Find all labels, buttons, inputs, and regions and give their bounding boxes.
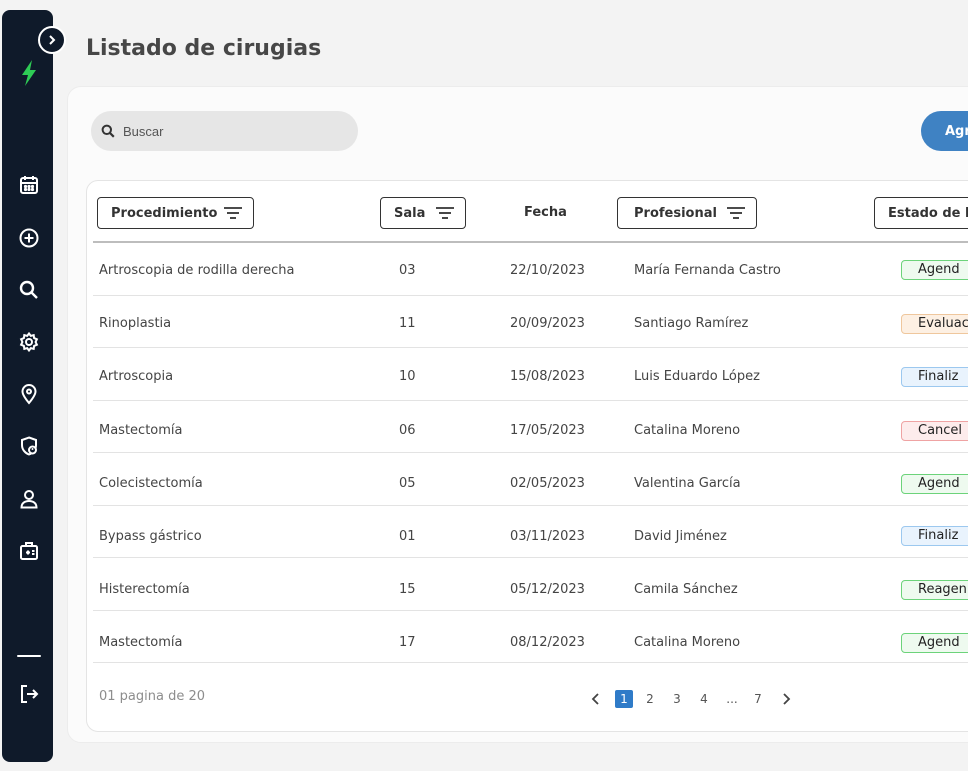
status-badge: Evaluac [901, 314, 968, 334]
search-bar[interactable] [91, 111, 358, 151]
cell-profesional: Luis Eduardo López [634, 369, 760, 384]
status-badge: Cancel [901, 421, 968, 441]
cell-sala: 03 [399, 263, 416, 278]
search-icon [101, 124, 115, 138]
page-3-button[interactable]: 3 [669, 690, 685, 708]
cell-fecha: 08/12/2023 [510, 635, 585, 650]
page-ellipsis: ... [726, 692, 738, 706]
chevron-right-icon [49, 35, 56, 45]
row-divider [93, 295, 968, 296]
header-profesional-filter[interactable]: Profesional [617, 197, 757, 229]
header-sala-label: Sala [394, 205, 426, 221]
page-7-button[interactable]: 7 [750, 690, 766, 708]
status-badge: Reagen [901, 580, 968, 600]
header-estado-label: Estado de la [888, 205, 968, 221]
cell-profesional: Santiago Ramírez [634, 316, 749, 331]
cell-profesional: María Fernanda Castro [634, 263, 781, 278]
cell-fecha: 20/09/2023 [510, 316, 585, 331]
cell-fecha: 02/05/2023 [510, 476, 585, 491]
chevron-right-icon [783, 693, 791, 705]
next-page-button[interactable] [778, 690, 794, 708]
status-badge: Agend [901, 260, 968, 280]
chevron-left-icon [591, 693, 599, 705]
header-profesional-label: Profesional [634, 205, 717, 221]
header-fecha: Fecha [524, 205, 567, 220]
gear-icon[interactable] [16, 329, 42, 355]
sidebar-divider [17, 655, 41, 657]
cell-procedimiento: Colecistectomía [99, 476, 203, 491]
plus-circle-icon[interactable] [16, 225, 42, 251]
cell-sala: 06 [399, 423, 416, 438]
row-divider [93, 662, 968, 663]
cell-profesional: Valentina García [634, 476, 741, 491]
status-badge: Agend [901, 633, 968, 653]
row-divider [93, 610, 968, 611]
cell-sala: 05 [399, 476, 416, 491]
cell-sala: 01 [399, 529, 416, 544]
filter-icon [436, 207, 454, 219]
sidebar [2, 10, 53, 762]
cell-sala: 10 [399, 369, 416, 384]
header-divider [93, 241, 968, 243]
row-divider [93, 347, 968, 348]
page-title: Listado de cirugias [86, 36, 322, 61]
cell-fecha: 17/05/2023 [510, 423, 585, 438]
header-estado-filter[interactable]: Estado de la [874, 197, 968, 229]
page-1-button[interactable]: 1 [615, 690, 633, 708]
cell-procedimiento: Histerectomía [99, 582, 190, 597]
cell-procedimiento: Mastectomía [99, 423, 183, 438]
row-divider [93, 557, 968, 558]
location-pin-icon[interactable] [16, 381, 42, 407]
header-sala-filter[interactable]: Sala [380, 197, 466, 229]
cell-profesional: Catalina Moreno [634, 423, 741, 438]
cell-fecha: 03/11/2023 [510, 529, 585, 544]
cell-procedimiento: Mastectomía [99, 635, 183, 650]
status-badge: Finaliz [901, 526, 968, 546]
cell-profesional: Camila Sánchez [634, 582, 738, 597]
filter-icon [727, 207, 745, 219]
header-procedimiento-filter[interactable]: Procedimiento [97, 197, 254, 229]
page-2-button[interactable]: 2 [642, 690, 658, 708]
cell-fecha: 15/08/2023 [510, 369, 585, 384]
cell-fecha: 22/10/2023 [510, 263, 585, 278]
sidebar-toggle-button[interactable] [38, 26, 66, 54]
row-divider [93, 452, 968, 453]
calendar-icon[interactable] [16, 172, 42, 198]
lightning-logo-icon [16, 60, 42, 86]
cell-procedimiento: Rinoplastia [99, 316, 172, 331]
user-icon[interactable] [16, 486, 42, 512]
header-procedimiento-label: Procedimiento [111, 205, 218, 221]
logout-icon[interactable] [16, 681, 42, 707]
add-button[interactable]: Agr [921, 111, 968, 151]
shield-user-icon[interactable] [16, 433, 42, 459]
page-4-button[interactable]: 4 [696, 690, 712, 708]
cell-sala: 11 [399, 316, 416, 331]
cell-profesional: David Jiménez [634, 529, 727, 544]
cell-procedimiento: Artroscopia de rodilla derecha [99, 263, 295, 278]
cell-sala: 17 [399, 635, 416, 650]
row-divider [93, 400, 968, 401]
cell-sala: 15 [399, 582, 416, 597]
cell-procedimiento: Bypass gástrico [99, 529, 202, 544]
prev-page-button[interactable] [588, 690, 604, 708]
pagination-summary: 01 pagina de 20 [99, 689, 206, 704]
status-badge: Agend [901, 474, 968, 494]
medical-id-icon[interactable] [16, 538, 42, 564]
cell-profesional: Catalina Moreno [634, 635, 741, 650]
search-icon[interactable] [16, 277, 42, 303]
filter-icon [224, 207, 242, 219]
cell-procedimiento: Artroscopia [99, 369, 174, 384]
cell-fecha: 05/12/2023 [510, 582, 585, 597]
search-input[interactable] [121, 122, 325, 140]
status-badge: Finaliz [901, 367, 968, 387]
row-divider [93, 505, 968, 506]
